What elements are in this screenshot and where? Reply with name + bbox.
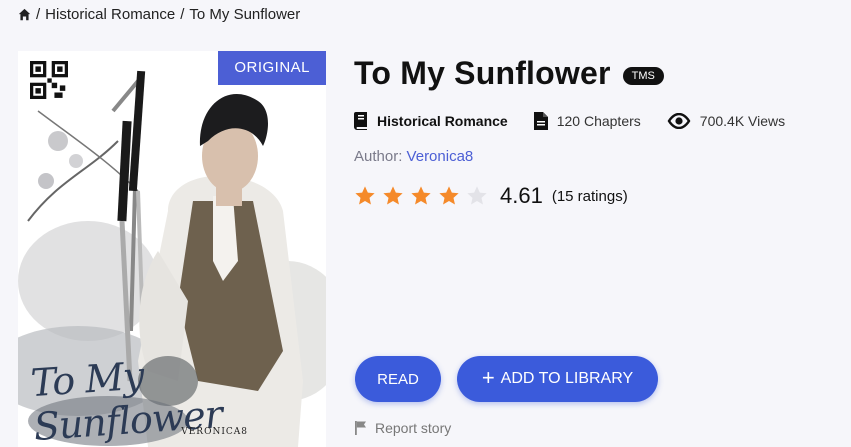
genre-item[interactable]: Historical Romance — [354, 112, 508, 130]
cover-signature: VERONICA8 — [181, 427, 248, 437]
report-story-link[interactable]: Report story — [355, 420, 451, 436]
star-filled-icon — [355, 186, 375, 205]
views-count: 700.4K Views — [699, 113, 786, 129]
book-title: To My Sunflower — [354, 55, 611, 91]
rating-count: (15 ratings) — [551, 187, 628, 205]
star-filled-icon — [411, 186, 431, 205]
add-to-library-button[interactable]: + ADD TO LIBRARY — [457, 356, 658, 402]
views-item: 700.4K Views — [667, 113, 785, 129]
title-row: To My Sunflower TMS — [354, 55, 834, 92]
breadcrumb-separator: / — [180, 6, 185, 23]
book-meta: Historical Romance 120 Chapters 700.4K V… — [354, 112, 834, 130]
flag-icon — [355, 421, 366, 435]
read-button[interactable]: READ — [355, 356, 441, 402]
chapters-count: 120 Chapters — [556, 113, 641, 129]
title-abbreviation-badge: TMS — [622, 66, 664, 85]
author-link[interactable]: Veronica8 — [407, 148, 474, 165]
document-icon — [533, 112, 548, 130]
breadcrumb-separator: / — [36, 6, 41, 23]
rating-stars — [354, 185, 494, 207]
qr-code-icon — [30, 61, 68, 99]
plus-icon: + — [481, 365, 495, 390]
rating-score: 4.61 — [500, 183, 543, 208]
star-filled-icon — [383, 186, 403, 205]
chapters-item: 120 Chapters — [533, 112, 641, 130]
add-to-library-label: ADD TO LIBRARY — [500, 370, 634, 387]
breadcrumb-current: To My Sunflower — [189, 6, 301, 23]
breadcrumb: / Historical Romance / To My Sunflower — [18, 6, 300, 23]
star-empty-icon — [467, 186, 487, 205]
original-badge: ORIGINAL — [218, 51, 326, 85]
genre-label: Historical Romance — [377, 113, 508, 129]
author-line: Author: Veronica8 — [354, 148, 834, 165]
report-story-label: Report story — [375, 420, 452, 436]
book-info: To My Sunflower TMS Historical Romance 1… — [354, 55, 834, 209]
breadcrumb-category-link[interactable]: Historical Romance — [45, 6, 175, 23]
book-cover[interactable]: ORIGINAL To My Sunflower VERONICA8 — [18, 51, 326, 447]
star-filled-icon — [439, 186, 459, 205]
rating: 4.61 (15 ratings) — [354, 183, 834, 209]
home-icon — [18, 8, 31, 21]
author-label: Author: — [354, 148, 403, 165]
breadcrumb-home[interactable] — [18, 8, 31, 21]
eye-icon — [667, 113, 691, 129]
book-icon — [354, 112, 367, 130]
